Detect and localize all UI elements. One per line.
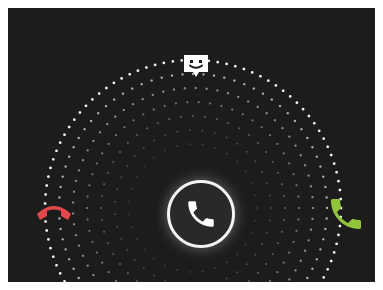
answer-call-icon <box>331 199 361 229</box>
decline-call-icon <box>37 206 71 220</box>
phone-icon <box>188 201 214 227</box>
decline-call-button[interactable] <box>34 194 74 230</box>
sms-reply-icon <box>184 55 208 77</box>
answer-call-button[interactable] <box>326 194 366 234</box>
incoming-call-screen <box>8 8 375 282</box>
call-slider-handle[interactable] <box>167 180 235 248</box>
reply-with-message-button[interactable] <box>181 52 211 82</box>
